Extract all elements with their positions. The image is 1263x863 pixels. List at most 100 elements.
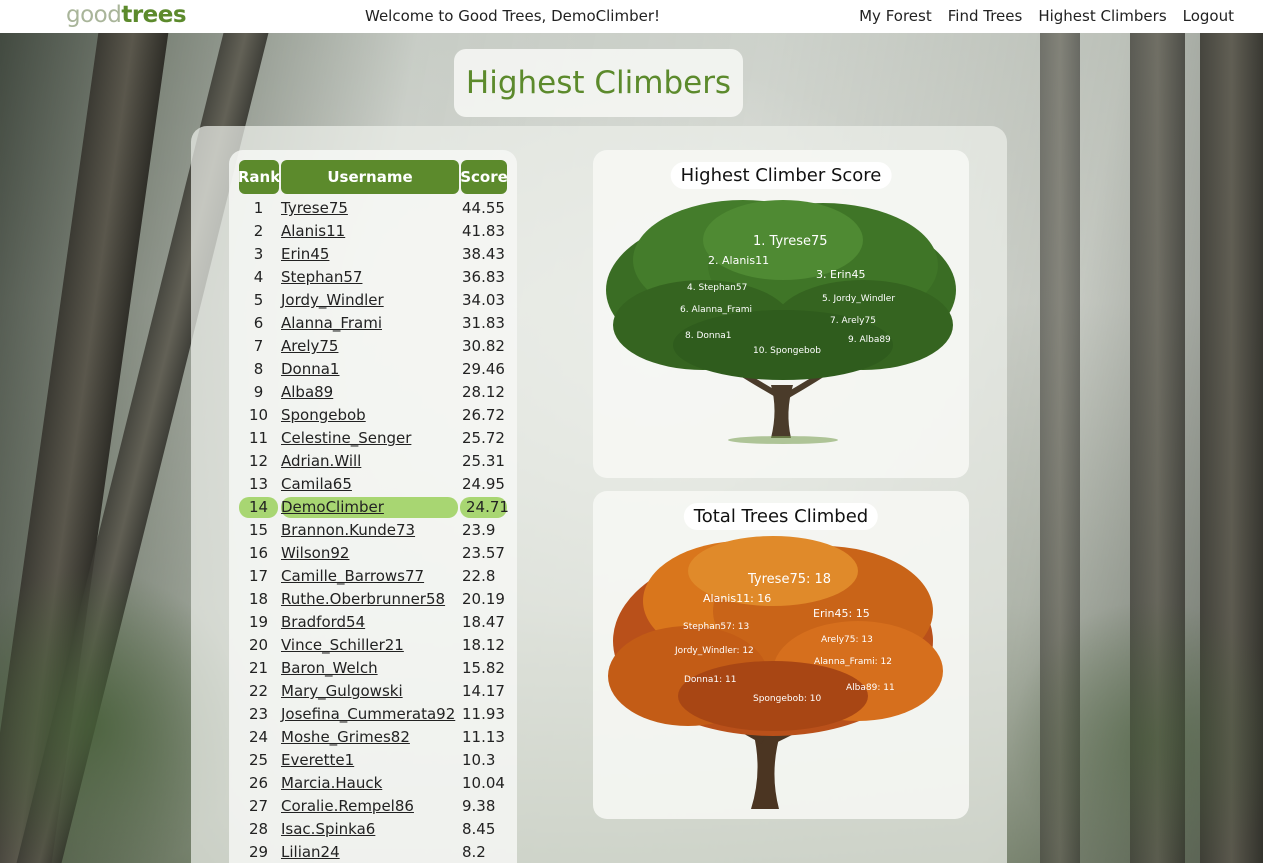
row-username-link[interactable]: Erin45 [281,245,329,263]
row-username-link[interactable]: Wilson92 [281,544,349,562]
table-row: 23 Josefina_Cummerata92 11.93 [239,704,507,725]
table-row: 28 Isac.Spinka6 8.45 [239,819,507,840]
page-title-box: Highest Climbers [454,49,743,117]
navbar: goodtrees Welcome to Good Trees, DemoCli… [0,0,1263,33]
row-username-link[interactable]: Stephan57 [281,268,362,286]
row-score: 14.17 [462,682,505,700]
row-score: 25.72 [462,429,505,447]
row-score: 8.2 [462,843,486,861]
table-row: 14 DemoClimber 24.71 [239,497,509,518]
row-rank: 17 [248,567,269,585]
row-username-link[interactable]: Alanna_Frami [281,314,382,332]
row-score: 29.46 [462,360,505,378]
table-row: 4 Stephan57 36.83 [239,267,507,288]
tree-label: 3. Erin45 [816,268,866,281]
row-username-link[interactable]: Everette1 [281,751,354,769]
header-score: Score [460,160,508,194]
tree-label: 6. Alanna_Frami [680,305,752,315]
trees-tree-chart: Tyrese75: 18 Alanis11: 16 Erin45: 15 Stepha… [608,536,943,809]
row-rank: 9 [253,383,264,401]
row-username-link[interactable]: Josefina_Cummerata92 [281,705,455,723]
row-username-link[interactable]: Spongebob [281,406,366,424]
row-score: 11.13 [462,728,505,746]
row-rank: 26 [248,774,269,792]
nav-find-trees[interactable]: Find Trees [948,7,1023,25]
tree-label: Spongebob: 10 [753,694,821,704]
table-row: 16 Wilson92 23.57 [239,543,507,564]
row-rank: 27 [248,797,269,815]
row-username-link[interactable]: Vince_Schiller21 [281,636,404,654]
row-rank: 7 [253,337,264,355]
logo[interactable]: goodtrees [66,2,187,28]
row-rank: 2 [253,222,264,240]
nav-logout[interactable]: Logout [1183,7,1234,25]
tree-label: Jordy_Windler: 12 [674,646,754,656]
row-score: 38.43 [462,245,505,263]
nav-highest-climbers[interactable]: Highest Climbers [1038,7,1166,25]
table-row: 24 Moshe_Grimes82 11.13 [239,727,507,748]
row-username-link[interactable]: Bradford54 [281,613,365,631]
row-score: 24.95 [462,475,505,493]
tree-label: Stephan57: 13 [683,622,749,632]
row-score: 23.9 [462,521,496,539]
tree-label: 8. Donna1 [685,331,732,341]
table-row: 9 Alba89 28.12 [239,382,507,403]
table-row: 18 Ruthe.Oberbrunner58 20.19 [239,589,507,610]
table-row: 1 Tyrese75 44.55 [239,198,507,219]
row-score: 11.93 [462,705,505,723]
page-title: Highest Climbers [465,65,732,101]
tree-label: 9. Alba89 [848,335,891,345]
table-row: 12 Adrian.Will 25.31 [239,451,507,472]
row-username-link[interactable]: Moshe_Grimes82 [281,728,410,746]
table-row: 3 Erin45 38.43 [239,244,507,265]
tree-canopy-autumn [608,536,943,736]
table-row: 7 Arely75 30.82 [239,336,507,357]
nav-my-forest[interactable]: My Forest [859,7,932,25]
row-username-link[interactable]: Adrian.Will [281,452,361,470]
row-score: 30.82 [462,337,505,355]
welcome-message: Welcome to Good Trees, DemoClimber! [365,7,660,25]
chart-card-trees: Total Trees Climbed Tyrese75: 18 Alanis11… [593,491,969,819]
row-rank: 29 [248,843,269,861]
row-username-link[interactable]: Baron_Welch [281,659,378,677]
row-rank: 23 [248,705,269,723]
row-username-link[interactable]: Camila65 [281,475,352,493]
row-username-link[interactable]: Brannon.Kunde73 [281,521,415,539]
row-username-link[interactable]: Camille_Barrows77 [281,567,424,585]
table-row: 21 Baron_Welch 15.82 [239,658,507,679]
row-rank: 28 [248,820,269,838]
row-username-link[interactable]: Lilian24 [281,843,340,861]
row-username-link[interactable]: Isac.Spinka6 [281,820,375,838]
row-username-link[interactable]: Jordy_Windler [281,291,384,309]
row-username-link[interactable]: Coralie.Rempel86 [281,797,414,815]
table-row: 5 Jordy_Windler 34.03 [239,290,507,311]
row-rank: 25 [248,751,269,769]
tree-label: Erin45: 15 [813,607,870,620]
row-rank: 18 [248,590,269,608]
row-score: 24.71 [466,498,509,516]
row-username-link[interactable]: Ruthe.Oberbrunner58 [281,590,445,608]
row-rank: 12 [248,452,269,470]
row-score: 34.03 [462,291,505,309]
row-username-link[interactable]: Alba89 [281,383,333,401]
score-tree-chart: 1. Tyrese75 2. Alanis11 3. Erin45 4. Stepha… [606,200,956,444]
row-score: 9.38 [462,797,496,815]
row-score: 18.47 [462,613,505,631]
row-username-link[interactable]: DemoClimber [281,498,384,516]
chart-card-score: Highest Climber Score 1. Tyrese75 2. Alan… [593,150,969,478]
row-username-link[interactable]: Marcia.Hauck [281,774,382,792]
row-rank: 10 [248,406,269,424]
row-rank: 20 [248,636,269,654]
row-score: 22.8 [462,567,496,585]
row-username-link[interactable]: Tyrese75 [281,199,348,217]
row-rank: 22 [248,682,269,700]
row-username-link[interactable]: Mary_Gulgowski [281,682,403,700]
row-username-link[interactable]: Arely75 [281,337,338,355]
table-row: 25 Everette1 10.3 [239,750,507,771]
row-score: 36.83 [462,268,505,286]
row-username-link[interactable]: Donna1 [281,360,339,378]
row-score: 31.83 [462,314,505,332]
row-rank: 6 [253,314,264,332]
row-username-link[interactable]: Celestine_Senger [281,429,411,447]
row-username-link[interactable]: Alanis11 [281,222,345,240]
